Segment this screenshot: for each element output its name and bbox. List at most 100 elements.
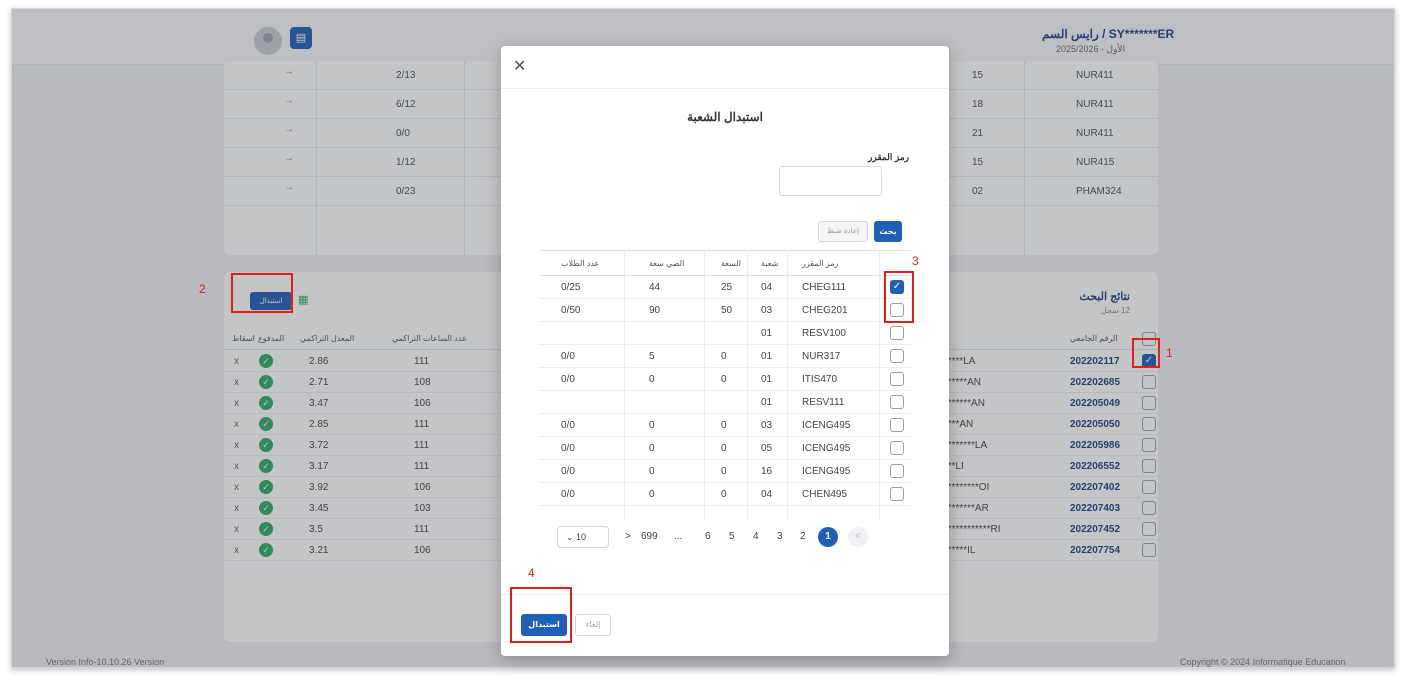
section-cell: 18: [972, 99, 984, 110]
row-checkbox[interactable]: [890, 326, 904, 340]
drop-icon[interactable]: x: [234, 440, 239, 451]
row-checkbox[interactable]: [1142, 396, 1156, 410]
per-page-select[interactable]: ⌄ 10: [557, 526, 609, 548]
student-id-cell[interactable]: 202207452: [1070, 524, 1120, 535]
copyright: Copyright © 2024 Informatique Education: [1180, 657, 1346, 667]
header-limit: عدد الطلاب: [561, 259, 600, 268]
page-2[interactable]: 2: [800, 531, 806, 542]
row-checkbox[interactable]: [890, 349, 904, 363]
student-id-cell[interactable]: 202205986: [1070, 440, 1120, 451]
drop-icon[interactable]: x: [234, 503, 239, 514]
section-cell: 03: [761, 305, 773, 316]
header-section: شعبة: [761, 259, 779, 268]
row-checkbox[interactable]: [1142, 375, 1156, 389]
reset-button[interactable]: إعادة ضبط: [818, 221, 868, 242]
annotation-box-2: [231, 273, 293, 313]
student-id-cell[interactable]: 202205049: [1070, 398, 1120, 409]
drop-icon[interactable]: x: [234, 461, 239, 472]
course-cell: NUR415: [1076, 157, 1115, 168]
check-circle-icon: ✓: [259, 396, 273, 410]
avatar[interactable]: [254, 27, 282, 55]
table-row: 0/0 0 0 05 ICENG495: [539, 437, 911, 460]
annotation-box-1: [1132, 338, 1160, 368]
arrow-button[interactable]: →: [264, 182, 314, 202]
header-drop: اسقاط: [232, 334, 255, 343]
section-cell: 05: [761, 443, 773, 454]
next-page-button[interactable]: >: [625, 531, 631, 542]
row-checkbox[interactable]: [1142, 459, 1156, 473]
capacity-cell: 90: [649, 305, 661, 316]
section-cell: 03: [761, 420, 773, 431]
arrow-button[interactable]: →: [264, 153, 314, 173]
page-5[interactable]: 5: [729, 531, 735, 542]
arrow-button[interactable]: →: [264, 124, 314, 144]
row-checkbox[interactable]: [1142, 438, 1156, 452]
check-circle-icon: ✓: [259, 354, 273, 368]
drop-icon[interactable]: x: [234, 398, 239, 409]
replace-section-modal: ✕ استبدال الشعبة رمز المقرر بحث إعادة ضب…: [501, 46, 949, 656]
course-code-input[interactable]: [779, 166, 882, 196]
search-button[interactable]: بحث: [874, 221, 902, 242]
row-checkbox[interactable]: [890, 464, 904, 478]
section-cell: 04: [761, 282, 773, 293]
excel-icon[interactable]: ▦: [298, 293, 312, 307]
close-icon[interactable]: ✕: [513, 56, 526, 75]
hours-cell: 111: [414, 440, 430, 451]
drop-icon[interactable]: x: [234, 482, 239, 493]
drop-icon[interactable]: x: [234, 524, 239, 535]
row-checkbox[interactable]: [1142, 480, 1156, 494]
limit-cell: 0/0: [561, 351, 575, 362]
limit-cell: 0/0: [561, 489, 575, 500]
drop-icon[interactable]: x: [234, 545, 239, 556]
row-checkbox[interactable]: [1142, 417, 1156, 431]
student-id-cell[interactable]: 202207402: [1070, 482, 1120, 493]
student-id-cell[interactable]: 202205050: [1070, 419, 1120, 430]
page-1[interactable]: 1: [818, 527, 838, 547]
student-id-cell[interactable]: 202202685: [1070, 377, 1120, 388]
student-id-cell[interactable]: 202206552: [1070, 461, 1120, 472]
limit-cell: 0/0: [561, 443, 575, 454]
ratio-cell: 0/0: [396, 128, 410, 139]
gpa-cell: 3.21: [309, 545, 329, 556]
chat-icon[interactable]: ▤: [290, 27, 312, 49]
chevron-down-icon: ⌄: [566, 532, 577, 542]
student-id-cell[interactable]: 202207403: [1070, 503, 1120, 514]
limit-cell: 0/50: [561, 305, 581, 316]
gpa-cell: 3.5: [309, 524, 323, 535]
drop-icon[interactable]: x: [234, 377, 239, 388]
row-checkbox[interactable]: [890, 418, 904, 432]
row-checkbox[interactable]: [1142, 543, 1156, 557]
hours-cell: 111: [414, 461, 430, 472]
row-checkbox[interactable]: [890, 487, 904, 501]
check-circle-icon: ✓: [259, 375, 273, 389]
prev-page-button[interactable]: <: [848, 527, 868, 547]
page-4[interactable]: 4: [753, 531, 759, 542]
row-checkbox[interactable]: [1142, 501, 1156, 515]
header-hours: عدد الساعات التراكمي: [392, 334, 467, 343]
gpa-cell: 2.71: [309, 377, 329, 388]
row-checkbox[interactable]: [890, 441, 904, 455]
arrow-button[interactable]: →: [264, 66, 314, 86]
drop-icon[interactable]: x: [234, 356, 239, 367]
drop-icon[interactable]: x: [234, 419, 239, 430]
cancel-button[interactable]: إلغاء: [575, 614, 611, 636]
row-checkbox[interactable]: [1142, 522, 1156, 536]
capacity-cell: 44: [649, 282, 661, 293]
row-checkbox[interactable]: [890, 395, 904, 409]
row-checkbox[interactable]: [890, 372, 904, 386]
code-cell: ICENG495: [802, 443, 851, 454]
per-page-value: 10: [576, 532, 587, 542]
header-gpa: المعدل التراكمي: [300, 334, 355, 343]
limit-cell: 0/0: [561, 420, 575, 431]
student-id-cell[interactable]: 202207754: [1070, 545, 1120, 556]
hours-cell: 106: [414, 482, 431, 493]
header-capacity: الصي سعة: [649, 259, 685, 268]
annotation-box-3: [884, 271, 914, 323]
arrow-button[interactable]: →: [264, 95, 314, 115]
page-6[interactable]: 6: [705, 531, 711, 542]
student-id-cell[interactable]: 202202117: [1070, 356, 1120, 367]
page-3[interactable]: 3: [777, 531, 783, 542]
hours-cell: 106: [414, 545, 431, 556]
page-last[interactable]: 699: [641, 531, 658, 542]
ratio-cell: 6/12: [396, 99, 416, 110]
